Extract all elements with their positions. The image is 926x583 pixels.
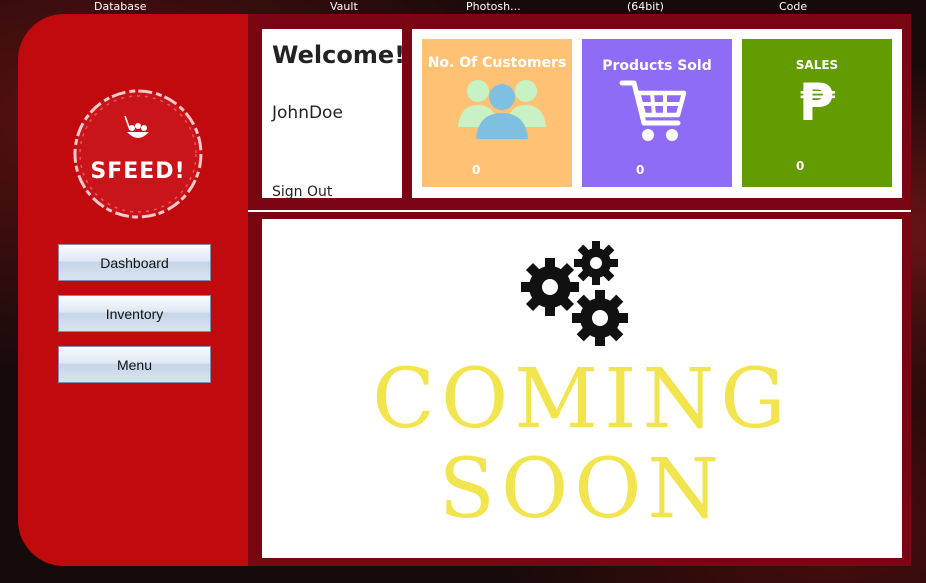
shortcut-label-code[interactable]: Code xyxy=(779,0,807,13)
welcome-title: Welcome! xyxy=(272,41,406,69)
sales-card: SALES ₱ 0 xyxy=(742,39,892,187)
products-label: Products Sold xyxy=(602,58,712,74)
customers-card: No. Of Customers 0 xyxy=(422,39,572,187)
customers-icon xyxy=(456,75,548,145)
username: JohnDoe xyxy=(272,103,343,123)
menu-button[interactable]: Menu xyxy=(58,346,211,383)
shortcut-label-64bit[interactable]: (64bit) xyxy=(627,0,664,13)
shortcut-label-database[interactable]: Database xyxy=(94,0,147,13)
sales-label: SALES xyxy=(795,58,839,72)
desktop-shortcut-labels: Database Vault Photosh... (64bit) Code xyxy=(0,0,926,14)
products-value: 0 xyxy=(636,163,645,177)
coming-text: COMING xyxy=(372,352,792,447)
sidebar: SFEED! Dashboard Inventory Menu xyxy=(18,14,248,566)
shortcut-label-photoshop[interactable]: Photosh... xyxy=(466,0,521,13)
shopping-cart-icon xyxy=(618,77,688,151)
main-content: COMING SOON xyxy=(262,219,902,558)
header-divider xyxy=(248,210,911,212)
shortcut-label-vault[interactable]: Vault xyxy=(330,0,358,13)
stats-panel: No. Of Customers 0 Products Sold 0 SALES… xyxy=(412,29,902,198)
customers-label: No. Of Customers xyxy=(427,55,567,71)
dashboard-button[interactable]: Dashboard xyxy=(58,244,211,281)
sfeed-logo: SFEED! xyxy=(70,86,206,222)
welcome-card: Welcome! JohnDoe Sign Out xyxy=(262,29,406,200)
peso-icon: ₱ xyxy=(798,73,836,133)
sign-out-link[interactable]: Sign Out xyxy=(272,184,332,200)
sales-value: 0 xyxy=(796,159,805,173)
app-window: SFEED! Dashboard Inventory Menu Welcome!… xyxy=(18,14,911,566)
customers-value: 0 xyxy=(472,163,481,177)
gears-icon xyxy=(518,239,630,351)
products-card: Products Sold 0 xyxy=(582,39,732,187)
logo-text: SFEED! xyxy=(90,159,185,184)
inventory-button[interactable]: Inventory xyxy=(58,295,211,332)
soon-text: SOON xyxy=(438,442,726,537)
